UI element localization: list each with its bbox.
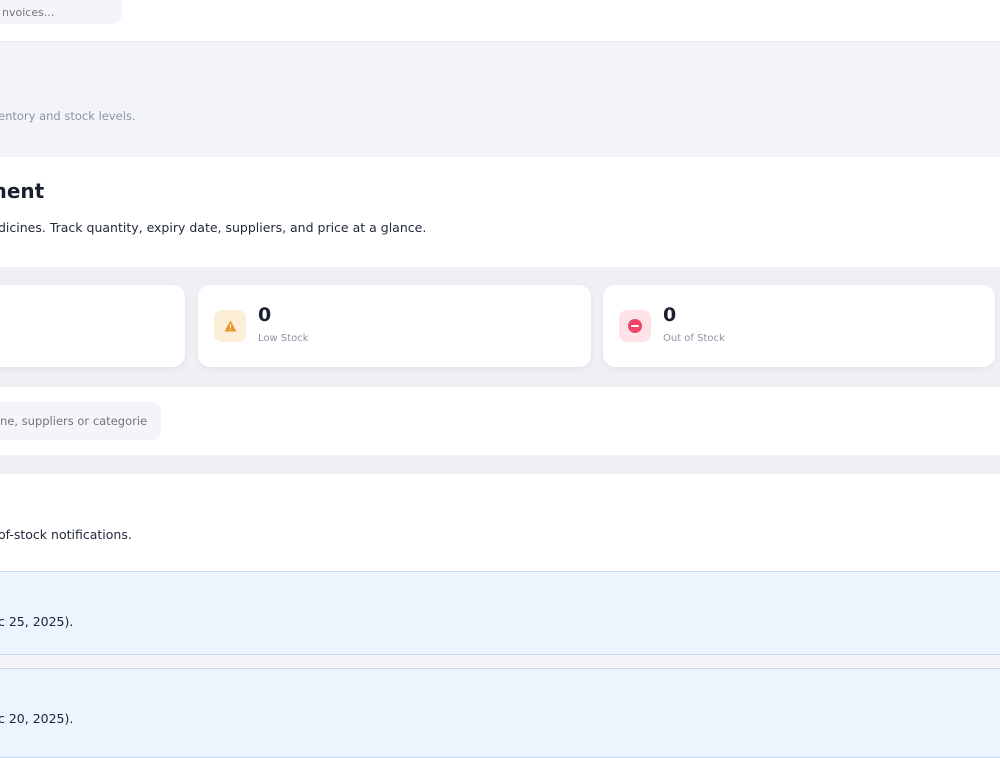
- stat-card-out-of-stock: 0 Out of Stock: [603, 285, 995, 367]
- stats-row: 0 Low Stock 0 Out of Stock: [0, 267, 1000, 387]
- alert-item-text: c 25, 2025).: [0, 614, 74, 629]
- out-of-stock-count: 0: [663, 304, 677, 326]
- low-stock-count: 0: [258, 304, 272, 326]
- inventory-search-input[interactable]: [0, 402, 161, 440]
- low-stock-label: Low Stock: [258, 333, 309, 344]
- section-title: ment: [0, 179, 45, 203]
- top-bar: [0, 0, 1000, 42]
- alert-item[interactable]: c 25, 2025).: [0, 571, 1000, 655]
- filter-bar: [0, 387, 1000, 455]
- page-header: entory and stock levels.: [0, 42, 1000, 157]
- alert-item[interactable]: c 20, 2025).: [0, 668, 1000, 758]
- stat-card-previous: [0, 285, 185, 367]
- global-search-input[interactable]: [0, 0, 122, 24]
- alerts-description: of-stock notifications.: [0, 527, 132, 542]
- warning-icon: [214, 310, 246, 342]
- page-subtitle: entory and stock levels.: [0, 109, 136, 123]
- section-gap: [0, 455, 1000, 474]
- inventory-intro-section: ment dicines. Track quantity, expiry dat…: [0, 157, 1000, 267]
- alerts-section: of-stock notifications.: [0, 474, 1000, 571]
- alert-item-text: c 20, 2025).: [0, 711, 74, 726]
- stat-card-low-stock: 0 Low Stock: [198, 285, 591, 367]
- section-description: dicines. Track quantity, expiry date, su…: [0, 220, 427, 235]
- out-of-stock-label: Out of Stock: [663, 333, 725, 344]
- no-entry-icon: [619, 310, 651, 342]
